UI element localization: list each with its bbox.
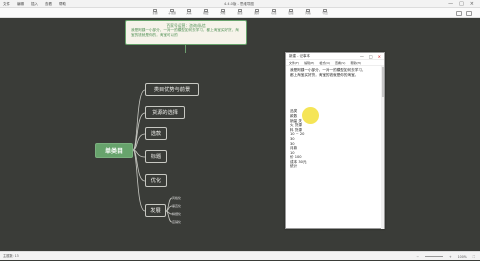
notepad-maximize-button[interactable]: □: [369, 53, 373, 60]
branch-optimize[interactable]: 优化: [145, 174, 167, 187]
root-topic[interactable]: 单类目: [95, 143, 133, 158]
subtopic-style[interactable]: 风格化: [172, 196, 181, 200]
branch-title[interactable]: 标题: [145, 150, 167, 163]
note-connector: [185, 45, 186, 53]
branch-category-advantage[interactable]: 类目优势与前景: [145, 83, 199, 96]
np-menu-help[interactable]: 帮助(H): [350, 60, 361, 65]
subtopic-refined[interactable]: 精细化: [172, 212, 181, 216]
zoom-out-icon[interactable]: −: [416, 255, 419, 259]
connector: [132, 89, 146, 151]
notepad-title: 新建 - 记事本: [289, 53, 310, 58]
np-line: 统计: [290, 164, 298, 169]
notepad-minimize-button[interactable]: —: [360, 53, 364, 60]
notepad-window[interactable]: 新建 - 记事本 — □ × 文件(F) 编辑(E) 格式(O) 查看(V) 帮…: [285, 52, 385, 229]
fullscreen-icon[interactable]: ⛶: [473, 255, 475, 259]
notepad-controls: — □ ×: [360, 53, 381, 60]
subtopic-vertical[interactable]: 垂直化: [172, 204, 181, 208]
np-menu-file[interactable]: 文件(F): [289, 60, 299, 65]
topic-note-card[interactable]: 百家号运营：咨询/私信 我是阿姨一小部分，一对一的模型如何去学习，都上淘宝买好货…: [125, 20, 247, 45]
status-bar: 主题数: 13 − + 100% ⛶: [0, 251, 480, 260]
cursor-highlight: [302, 107, 319, 124]
zoom-in-icon[interactable]: +: [449, 255, 452, 259]
np-menu-edit[interactable]: 编辑(E): [304, 60, 314, 65]
notepad-scroll-thumb[interactable]: [381, 67, 384, 97]
branch-product-pick[interactable]: 选款: [145, 127, 167, 140]
zoom-level: 100%: [457, 254, 467, 259]
branch-develop[interactable]: 发展: [145, 204, 166, 217]
subtopic-store[interactable]: 店铺化: [172, 220, 181, 224]
branch-source-selection[interactable]: 货源的选择: [145, 106, 185, 119]
np-menu-format[interactable]: 格式(O): [319, 60, 330, 65]
notepad-titlebar[interactable]: 新建 - 记事本 — □ ×: [286, 53, 384, 60]
notepad-text-area[interactable]: 我是阿姨一小部分，一对一的模型如何去学习， 都上淘宝买好货，淘宝的钱就是你的淘宝…: [286, 66, 384, 225]
zoom-slider[interactable]: [424, 256, 443, 257]
note-body: 我是阿姨一小部分，一对一的模型如何去学习，都上淘宝买好货，淘宝的钱就是你的，淘宝…: [131, 28, 239, 37]
notepad-close-button[interactable]: ×: [378, 53, 381, 60]
np-menu-view[interactable]: 查看(V): [335, 60, 345, 65]
